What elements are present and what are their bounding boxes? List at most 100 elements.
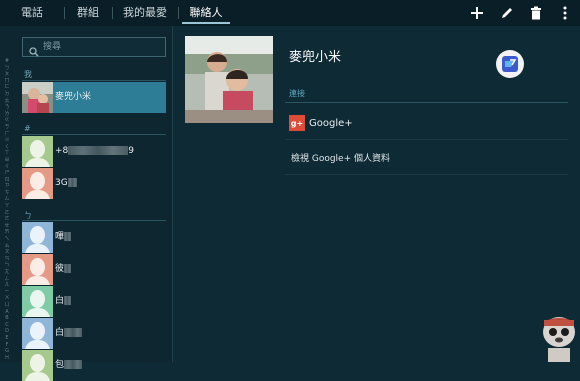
plus-icon[interactable] xyxy=(464,0,490,26)
contact-name: 麥兜小米 xyxy=(55,92,92,102)
default-avatar-icon xyxy=(22,350,53,381)
index-letter[interactable]: ㄚ xyxy=(2,203,12,210)
contact-name: 白 xyxy=(55,286,72,317)
index-letter[interactable]: ㄩ xyxy=(2,302,12,309)
overflow-menu-icon[interactable] xyxy=(552,0,578,26)
index-letter[interactable]: ㄠ xyxy=(2,243,12,250)
pencil-icon[interactable] xyxy=(494,0,520,26)
index-letter[interactable]: ㄆ xyxy=(2,71,12,78)
index-letter[interactable]: G xyxy=(2,348,12,355)
index-letter[interactable]: ㄍ xyxy=(2,117,12,124)
redacted-text xyxy=(64,264,72,273)
index-letter[interactable]: ㄙ xyxy=(2,196,12,203)
contact-name: +8 9 xyxy=(55,136,134,167)
index-letter[interactable]: # xyxy=(2,58,12,65)
search-icon xyxy=(29,42,39,61)
contact-row[interactable]: 包 xyxy=(22,350,166,381)
index-letter[interactable]: ㄜ xyxy=(2,216,12,223)
default-avatar-icon xyxy=(22,254,53,285)
default-avatar-icon xyxy=(22,222,53,253)
contact-name: 包 xyxy=(55,350,83,381)
contact-name: 3G xyxy=(55,168,77,199)
redacted-text xyxy=(68,146,129,155)
index-letter[interactable]: E xyxy=(2,335,12,342)
divider xyxy=(22,80,166,81)
index-letter[interactable]: ㄕ xyxy=(2,170,12,177)
index-letter[interactable]: A xyxy=(2,309,12,316)
index-letter[interactable]: ㄉ xyxy=(2,91,12,98)
contact-name: 嗶 xyxy=(55,222,72,253)
tab-contacts[interactable]: 聯絡人 xyxy=(178,0,234,26)
contact-name-prefix: 嗶 xyxy=(55,232,65,242)
alphabet-index-strip[interactable]: # ㄅㄆㄇㄈㄉㄊㄋㄌㄍㄎㄏㄐㄑㄒㄓㄔㄕㄖㄗㄘㄙㄚㄛㄜㄝㄞㄟㄠㄡㄢㄣㄤㄥㄦㄧㄨㄩ A B… xyxy=(2,58,12,361)
index-letter[interactable]: ㄞ xyxy=(2,229,12,236)
index-letter[interactable]: ㄦ xyxy=(2,282,12,289)
tab-groups[interactable]: 群組 xyxy=(64,0,112,26)
divider xyxy=(22,134,166,135)
index-letter[interactable]: H xyxy=(2,355,12,362)
view-google-plus-profile-link[interactable]: 檢視 Google+ 個人資料 xyxy=(291,151,390,164)
index-letter[interactable]: ㄤ xyxy=(2,269,12,276)
index-letter[interactable]: ㄟ xyxy=(2,236,12,243)
contact-row[interactable]: 白 xyxy=(22,318,166,349)
contact-name: 白 xyxy=(55,318,83,349)
index-letter[interactable]: ㄨ xyxy=(2,295,12,302)
top-action-bar: 電話 群組 我的最愛 聯絡人 xyxy=(0,0,580,26)
avatar xyxy=(22,82,53,113)
index-letter[interactable]: ㄌ xyxy=(2,111,12,118)
index-letter[interactable]: ㄑ xyxy=(2,144,12,151)
contact-name-prefix: 3G xyxy=(55,178,68,188)
index-letter[interactable]: ㄥ xyxy=(2,276,12,283)
trash-icon[interactable] xyxy=(523,0,549,26)
index-letter[interactable]: C xyxy=(2,322,12,329)
index-letter[interactable]: ㄧ xyxy=(2,289,12,296)
default-avatar-icon xyxy=(22,318,53,349)
index-letter[interactable]: ㄛ xyxy=(2,210,12,217)
google-plus-connection[interactable]: g+ Google+ xyxy=(289,114,353,132)
divider xyxy=(285,174,568,175)
contact-row[interactable]: 彼 xyxy=(22,254,166,285)
redacted-text xyxy=(64,328,83,337)
redacted-text xyxy=(64,296,72,305)
section-header-hash: # xyxy=(24,124,31,133)
contact-name-prefix: +8 xyxy=(55,146,69,156)
index-letter[interactable]: ㄎ xyxy=(2,124,12,131)
search-placeholder: 搜尋 xyxy=(43,42,62,52)
index-letter[interactable]: ㄋ xyxy=(2,104,12,111)
index-letter[interactable]: ㄐ xyxy=(2,137,12,144)
index-letter[interactable]: B xyxy=(2,315,12,322)
index-letter[interactable]: ㄣ xyxy=(2,262,12,269)
tab-phone[interactable]: 電話 xyxy=(0,0,64,26)
index-letter[interactable]: ㄏ xyxy=(2,131,12,138)
connections-label: 連接 xyxy=(289,89,305,98)
divider xyxy=(22,220,166,221)
app-shortcut-icon[interactable] xyxy=(496,50,524,78)
index-letter[interactable]: ㄔ xyxy=(2,164,12,171)
contact-row[interactable]: 3G xyxy=(22,168,166,199)
contact-row-me[interactable]: 麥兜小米 xyxy=(22,82,166,113)
index-letter[interactable]: ㄒ xyxy=(2,150,12,157)
index-letter[interactable]: ㄝ xyxy=(2,223,12,230)
contact-row[interactable]: +8 9 xyxy=(22,136,166,167)
index-letter[interactable]: ㄘ xyxy=(2,190,12,197)
divider xyxy=(285,139,568,140)
default-avatar-icon xyxy=(22,168,53,199)
tab-favorites[interactable]: 我的最愛 xyxy=(112,0,178,26)
mascot-watermark-icon xyxy=(538,310,580,362)
google-plus-label: Google+ xyxy=(309,117,353,129)
index-letter[interactable]: ㄓ xyxy=(2,157,12,164)
index-letter[interactable]: ㄇ xyxy=(2,78,12,85)
default-avatar-icon xyxy=(22,136,53,167)
index-letter[interactable]: ㄈ xyxy=(2,84,12,91)
contact-row[interactable]: 白 xyxy=(22,286,166,317)
contact-row[interactable]: 嗶 xyxy=(22,222,166,253)
index-letter[interactable]: ㄗ xyxy=(2,183,12,190)
contact-name-prefix: 彼 xyxy=(55,264,65,274)
search-input[interactable]: 搜尋 xyxy=(22,37,166,57)
index-letter[interactable]: ㄖ xyxy=(2,177,12,184)
index-letter[interactable]: F xyxy=(2,342,12,349)
index-letter[interactable]: D xyxy=(2,328,12,335)
contact-name-suffix: 9 xyxy=(128,146,135,156)
index-letter[interactable]: ㄡ xyxy=(2,249,12,256)
contact-photo[interactable] xyxy=(185,36,273,123)
